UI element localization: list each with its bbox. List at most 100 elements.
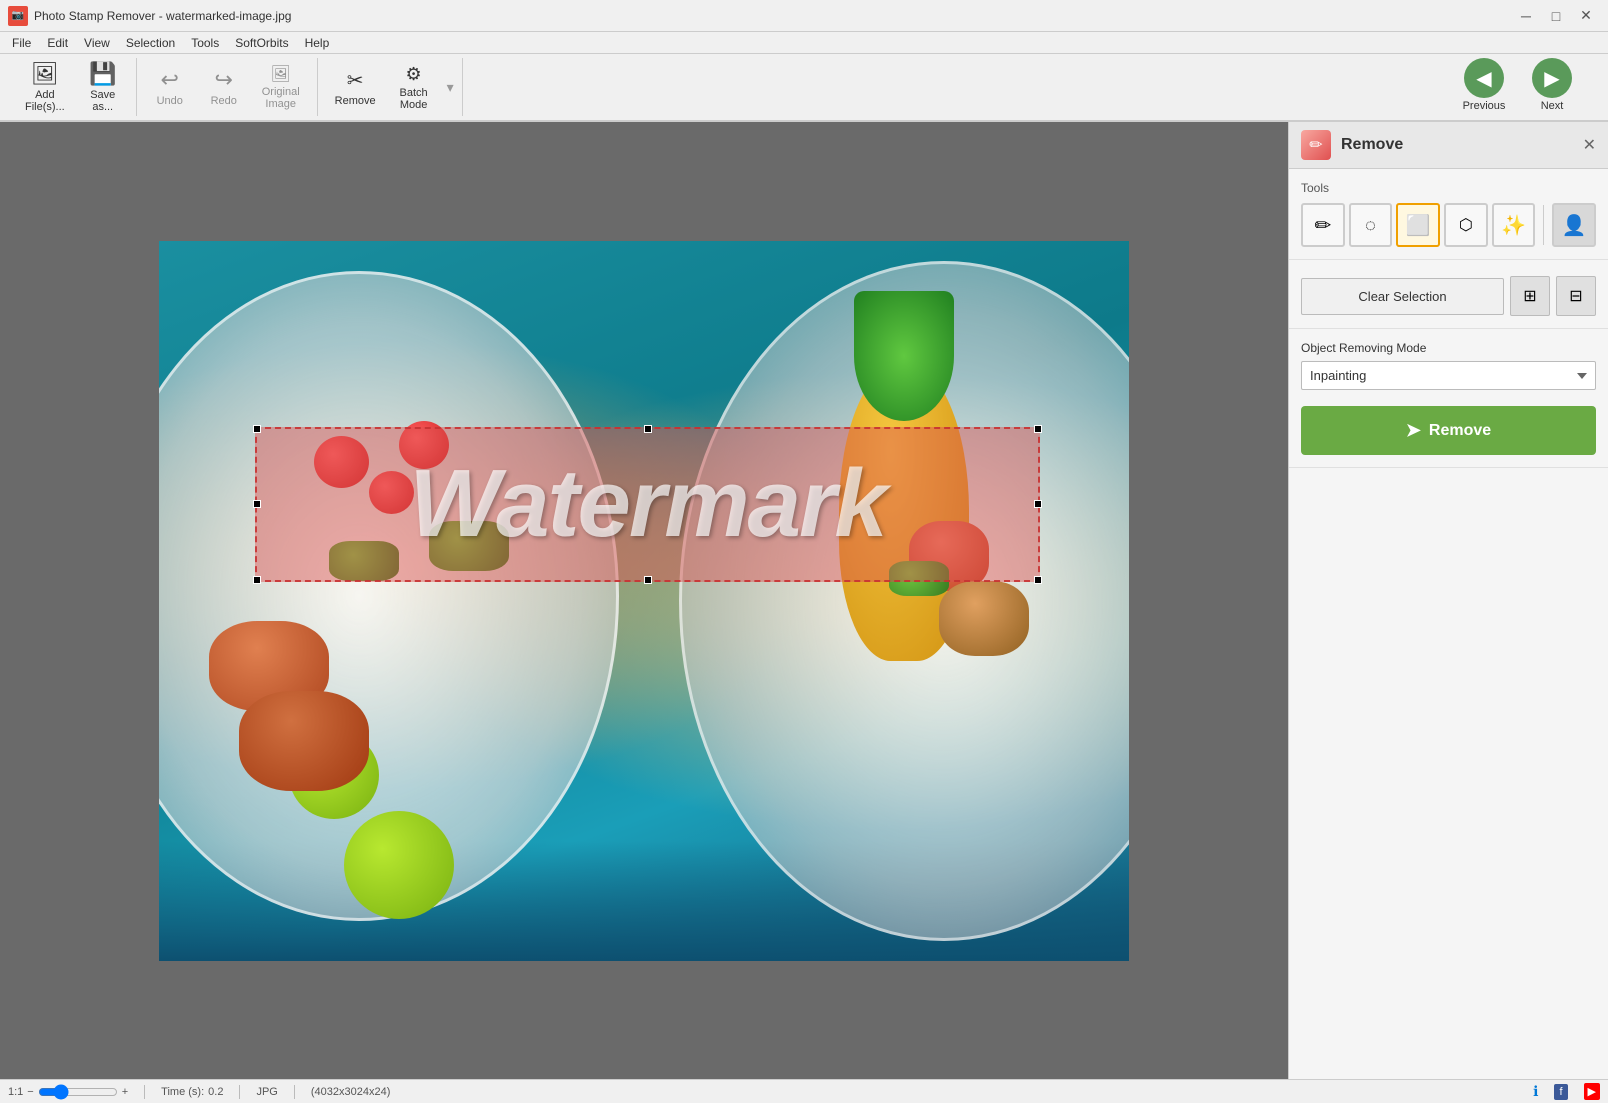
- selection-action-row: Clear Selection ⊞ ⊟: [1301, 276, 1596, 316]
- toolbox-close-button[interactable]: ✕: [1583, 135, 1596, 155]
- expand-selection-icon: ⊞: [1523, 286, 1536, 306]
- menu-edit[interactable]: Edit: [39, 34, 76, 52]
- zoom-in-icon[interactable]: +: [122, 1086, 128, 1098]
- menu-help[interactable]: Help: [297, 34, 338, 52]
- expand-selection-button[interactable]: ⊞: [1510, 276, 1550, 316]
- main-area: Watermark ✏ Remove: [0, 122, 1608, 1079]
- pineapple-top: [854, 291, 954, 421]
- remove-action-button[interactable]: ➤ Remove: [1301, 406, 1596, 455]
- app-icon: 📷: [8, 6, 28, 26]
- tools-section-label: Tools: [1301, 181, 1596, 195]
- next-nav-button[interactable]: ▶ Next: [1526, 58, 1578, 112]
- lasso-tool-button[interactable]: ⬡: [1444, 203, 1488, 247]
- lime-2: [344, 811, 454, 919]
- selection-actions-section: Clear Selection ⊞ ⊟: [1289, 260, 1608, 329]
- youtube-icon[interactable]: ▶: [1584, 1083, 1600, 1100]
- toolbar-edit-group: ↩ Undo ↪ Redo 🖼 Original Image: [137, 58, 318, 116]
- save-as-button[interactable]: 💾 Save as...: [78, 58, 128, 116]
- mode-section: Object Removing Mode Inpainting Blur Clo…: [1289, 329, 1608, 468]
- close-button[interactable]: ✕: [1572, 5, 1600, 27]
- stamp-tool-button[interactable]: 👤: [1552, 203, 1596, 247]
- remove-action-label: Remove: [1429, 422, 1491, 440]
- menu-softorbits[interactable]: SoftOrbits: [227, 34, 296, 52]
- menu-file[interactable]: File: [4, 34, 39, 52]
- previous-label: Previous: [1463, 100, 1506, 112]
- menu-tools[interactable]: Tools: [183, 34, 227, 52]
- time-label: Time (s):: [161, 1086, 204, 1098]
- add-files-icon: 🖼: [31, 61, 59, 87]
- status-divider-2: [239, 1085, 240, 1099]
- handle-bl[interactable]: [253, 576, 261, 584]
- food-image: Watermark: [159, 241, 1129, 961]
- undo-icon: ↩: [161, 67, 179, 93]
- undo-button[interactable]: ↩ Undo: [145, 58, 195, 116]
- magic-wand-button[interactable]: ✨: [1492, 203, 1536, 247]
- canvas-area[interactable]: Watermark: [0, 122, 1288, 1079]
- time-value: 0.2: [208, 1086, 223, 1098]
- zoom-slider[interactable]: [38, 1084, 118, 1100]
- dimensions-value: (4032x3024x24): [311, 1086, 391, 1098]
- magic-wand-icon: ✨: [1501, 213, 1526, 238]
- share-icon-container: f: [1554, 1084, 1567, 1100]
- handle-lm[interactable]: [253, 500, 261, 508]
- minimize-button[interactable]: ─: [1512, 5, 1540, 27]
- time-status: Time (s): 0.2: [161, 1086, 223, 1098]
- next-nav-circle: ▶: [1532, 58, 1572, 98]
- pencil-icon: ✏: [1314, 213, 1331, 238]
- toolbox-title-section: ✏ Remove: [1301, 130, 1403, 160]
- rectangle-select-button[interactable]: ⬜: [1396, 203, 1440, 247]
- handle-tm[interactable]: [644, 425, 652, 433]
- menu-selection[interactable]: Selection: [118, 34, 183, 52]
- toolbar-action-group: ✂ Remove ⚙ Batch Mode ▾: [318, 58, 463, 116]
- mode-select[interactable]: Inpainting Blur Clone: [1301, 361, 1596, 390]
- previous-arrow-icon: ◀: [1476, 66, 1491, 91]
- status-divider-1: [144, 1085, 145, 1099]
- facebook-icon[interactable]: f: [1554, 1084, 1567, 1100]
- pencil-tool-button[interactable]: ✏: [1301, 203, 1345, 247]
- shrink-selection-button[interactable]: ⊟: [1556, 276, 1596, 316]
- mode-label: Object Removing Mode: [1301, 341, 1596, 355]
- rectangle-select-icon: ⬜: [1406, 213, 1431, 238]
- shrink-selection-icon: ⊟: [1569, 286, 1582, 306]
- toolbox-tools-section: Tools ✏ ◌ ⬜ ⬡ ✨ 👤: [1289, 169, 1608, 260]
- status-divider-3: [294, 1085, 295, 1099]
- format-value: JPG: [256, 1086, 277, 1098]
- handle-tr[interactable]: [1034, 425, 1042, 433]
- handle-br[interactable]: [1034, 576, 1042, 584]
- info-icon[interactable]: ℹ: [1533, 1083, 1538, 1100]
- eraser-icon: ◌: [1365, 215, 1376, 236]
- redo-button[interactable]: ↪ Redo: [199, 58, 249, 116]
- handle-rm[interactable]: [1034, 500, 1042, 508]
- next-label: Next: [1541, 100, 1564, 112]
- toolbox-panel: ✏ Remove ✕ Tools ✏ ◌ ⬜ ⬡: [1288, 122, 1608, 1079]
- batch-mode-button[interactable]: ⚙ Batch Mode: [389, 58, 439, 116]
- maximize-button[interactable]: □: [1542, 5, 1570, 27]
- watermark-selection[interactable]: Watermark: [255, 427, 1040, 582]
- window-title: Photo Stamp Remover - watermarked-image.…: [34, 9, 1512, 23]
- zoom-value: 1:1: [8, 1086, 23, 1098]
- eraser-tool-button[interactable]: ◌: [1349, 203, 1393, 247]
- toolbar-file-group: 🖼 Add File(s)... 💾 Save as...: [8, 58, 137, 116]
- add-files-button[interactable]: 🖼 Add File(s)...: [16, 58, 74, 116]
- save-icon: 💾: [89, 61, 116, 87]
- handle-bm[interactable]: [644, 576, 652, 584]
- remove-icon: ✂: [347, 68, 364, 93]
- shrimp-2: [239, 691, 369, 791]
- toolbox-header: ✏ Remove ✕: [1289, 122, 1608, 169]
- handle-tl[interactable]: [253, 425, 261, 433]
- youtube-icon-container: ▶: [1584, 1083, 1600, 1100]
- more-options-icon[interactable]: ▾: [447, 79, 454, 96]
- toolbar-nav: ◀ Previous ▶ Next: [1458, 58, 1578, 112]
- zoom-out-icon[interactable]: −: [27, 1086, 33, 1098]
- remove-button[interactable]: ✂ Remove: [326, 58, 385, 116]
- clear-selection-button[interactable]: Clear Selection: [1301, 278, 1504, 315]
- tools-separator: [1543, 205, 1544, 245]
- previous-nav-button[interactable]: ◀ Previous: [1458, 58, 1510, 112]
- menubar: File Edit View Selection Tools SoftOrbit…: [0, 32, 1608, 54]
- menu-view[interactable]: View: [76, 34, 118, 52]
- toolbox-icon: ✏: [1309, 135, 1322, 155]
- original-image-icon: 🖼: [271, 64, 291, 84]
- toolbar: 🖼 Add File(s)... 💾 Save as... ↩ Undo ↪ R…: [0, 54, 1608, 122]
- food-right-2: [939, 581, 1029, 656]
- original-image-button[interactable]: 🖼 Original Image: [253, 58, 309, 116]
